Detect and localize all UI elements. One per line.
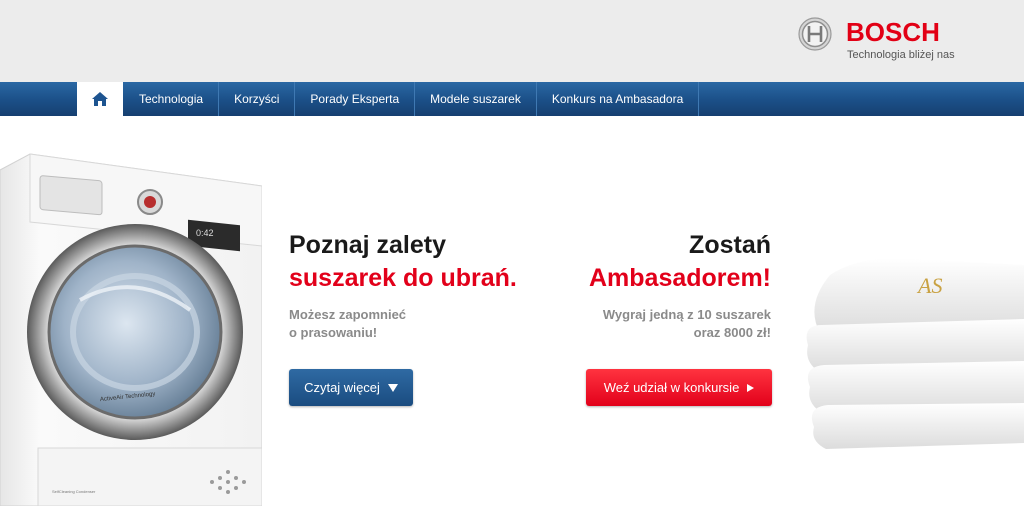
- left-heading-line2: suszarek do ubrań.: [289, 264, 517, 292]
- triangle-right-icon: [747, 383, 755, 392]
- home-icon: [92, 92, 108, 106]
- dryer-image: 0:42 ActiveAir Technology SelfCleaning C…: [0, 153, 262, 506]
- nav-item-korzysci[interactable]: Korzyści: [219, 82, 296, 116]
- right-subtext: Wygraj jedną z 10 suszarek oraz 8000 zł!: [551, 306, 771, 342]
- brand-tagline: Technologia bliżej nas: [847, 49, 955, 61]
- nav-item-modele-suszarek[interactable]: Modele suszarek: [415, 82, 537, 116]
- left-heading-line1: Poznaj zalety: [289, 231, 446, 259]
- left-subtext: Możesz zapomnieć o prasowaniu!: [289, 306, 439, 342]
- towel-monogram: AS: [916, 273, 942, 298]
- bosch-logo[interactable]: BOSCH Technologia bliżej nas: [798, 17, 968, 67]
- brand-name: BOSCH: [846, 17, 940, 47]
- nav-item-technologia[interactable]: Technologia: [123, 82, 220, 116]
- right-subtext-line2: oraz 8000 zł!: [693, 325, 771, 340]
- nav-home-button[interactable]: [77, 82, 123, 116]
- read-more-label: Czytaj więcej: [304, 380, 380, 395]
- read-more-button[interactable]: Czytaj więcej: [289, 369, 413, 406]
- join-contest-button[interactable]: Weź udział w konkursie: [586, 369, 772, 406]
- left-subtext-line2: o prasowaniu!: [289, 325, 378, 340]
- header: BOSCH Technologia bliżej nas: [0, 0, 1024, 82]
- nav-item-porady-eksperta[interactable]: Porady Eksperta: [295, 82, 416, 116]
- towels-image: AS: [806, 258, 1024, 449]
- dryer-small-label: SelfCleaning Condenser: [52, 489, 96, 494]
- nav-items: Technologia Korzyści Porady Eksperta Mod…: [123, 82, 700, 116]
- right-heading-line2: Ambasadorem!: [589, 264, 771, 292]
- main-navigation: Technologia Korzyści Porady Eksperta Mod…: [0, 82, 1024, 116]
- dryer-display-text: 0:42: [196, 228, 214, 238]
- join-contest-label: Weź udział w konkursie: [603, 380, 740, 395]
- right-subtext-line1: Wygraj jedną z 10 suszarek: [602, 307, 771, 322]
- right-heading-line1: Zostań: [689, 231, 771, 259]
- nav-item-konkurs[interactable]: Konkurs na Ambasadora: [537, 82, 700, 116]
- bosch-emblem-icon: [798, 17, 832, 51]
- left-subtext-line1: Możesz zapomnieć: [289, 307, 407, 322]
- triangle-down-icon: [387, 383, 398, 392]
